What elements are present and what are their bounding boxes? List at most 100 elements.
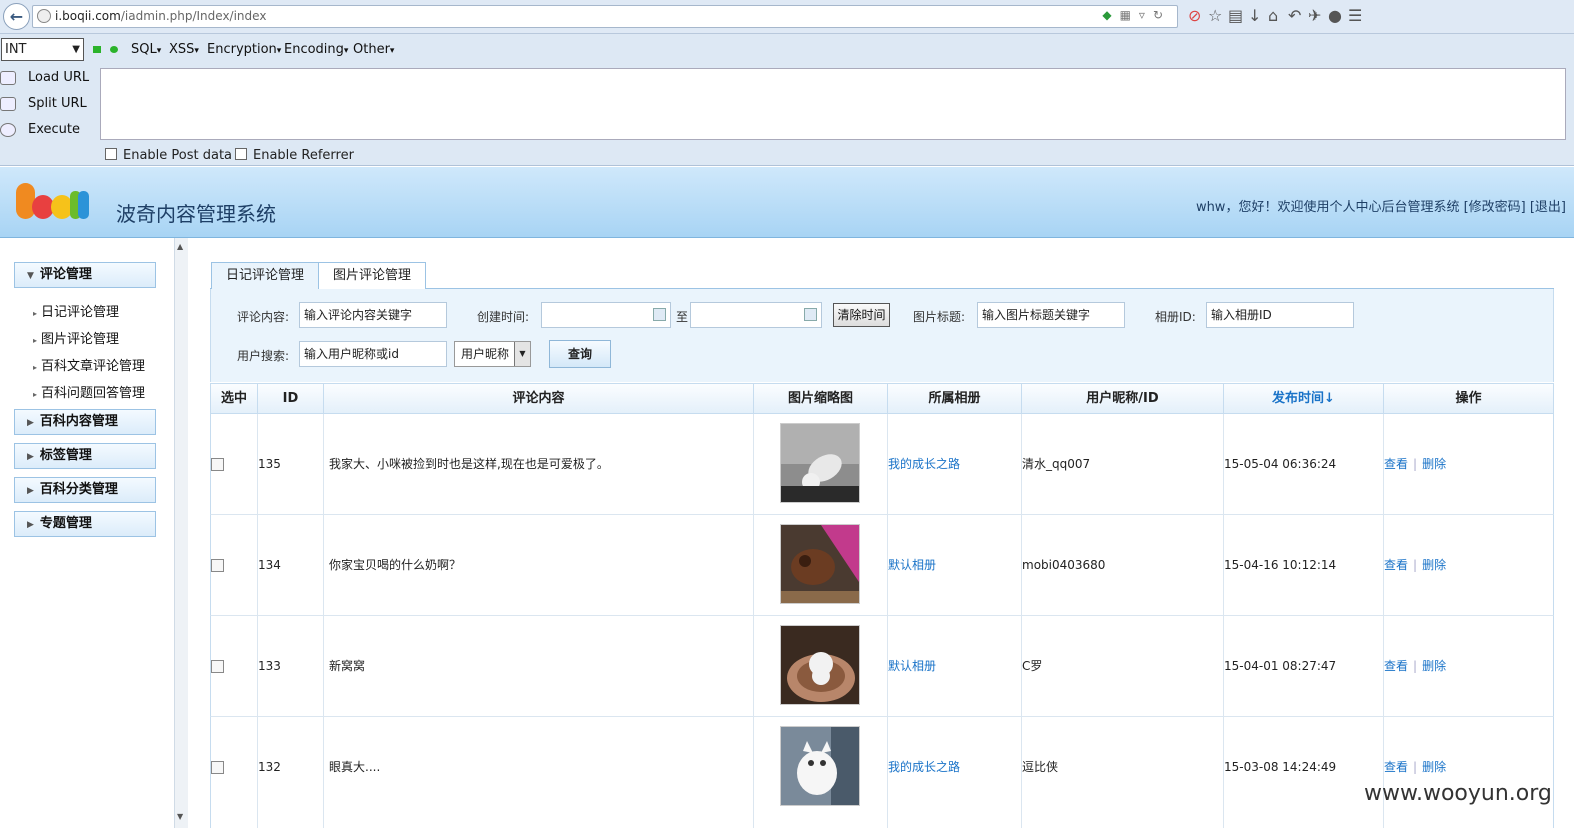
col-publish-time[interactable]: 发布时间↓ <box>1223 384 1383 413</box>
extension-icon[interactable]: ✈ <box>1308 6 1328 25</box>
chevron-down-icon: ▼ <box>27 271 34 281</box>
search-button[interactable]: 查询 <box>549 340 611 368</box>
delete-link[interactable]: 删除 <box>1422 760 1446 774</box>
globe-icon <box>37 9 51 23</box>
row-user: 清水_qq007 <box>1022 457 1091 471</box>
row-user: 逗比侠 <box>1022 760 1059 774</box>
row-album-link[interactable]: 默认相册 <box>888 616 936 716</box>
sidebar-item-diary-comments[interactable]: ▸ 日记评论管理 <box>33 301 119 320</box>
user-greeting[interactable]: whw，您好！欢迎使用个人中心后台管理系统 [修改密码] [退出] <box>1196 196 1566 215</box>
minus-icon[interactable] <box>93 46 101 53</box>
delete-link[interactable]: 删除 <box>1422 558 1446 572</box>
scroll-down-icon[interactable]: ▼ <box>177 812 183 821</box>
delete-link[interactable]: 删除 <box>1422 659 1446 673</box>
thumbnail-image[interactable] <box>780 524 860 604</box>
delete-link[interactable]: 删除 <box>1422 457 1446 471</box>
enable-referrer-checkbox[interactable]: Enable Referrer <box>235 148 354 163</box>
row-album-link[interactable]: 我的成长之路 <box>888 717 960 817</box>
start-date-input[interactable] <box>541 302 671 328</box>
home-icon[interactable]: ⌂ <box>1268 6 1288 25</box>
view-link[interactable]: 查看 <box>1384 760 1408 774</box>
row-album-link[interactable]: 默认相册 <box>888 515 936 615</box>
row-checkbox[interactable] <box>211 660 224 673</box>
load-url-button[interactable]: Load URL <box>0 70 89 85</box>
col-user: 用户昵称/ID <box>1021 384 1223 413</box>
thumbnail-image[interactable] <box>780 726 860 806</box>
view-link[interactable]: 查看 <box>1384 558 1408 572</box>
view-link[interactable]: 查看 <box>1384 659 1408 673</box>
user-search-input[interactable]: 输入用户昵称或id <box>299 341 447 367</box>
scroll-up-icon[interactable]: ▲ <box>177 242 183 251</box>
sidebar-section-wiki-content[interactable]: ▶ 百科内容管理 <box>14 409 156 435</box>
chevron-right-icon: ▶ <box>27 418 34 428</box>
sidebar-section-tags[interactable]: ▶ 标签管理 <box>14 443 156 469</box>
dropdown-icon[interactable]: ▿ <box>1139 8 1153 22</box>
thumbnail-image[interactable] <box>780 625 860 705</box>
back-arrow-icon[interactable]: ← <box>3 3 30 30</box>
row-album-link[interactable]: 我的成长之路 <box>888 414 960 514</box>
row-checkbox[interactable] <box>211 458 224 471</box>
int-select[interactable]: INT ▼ <box>1 38 84 61</box>
row-user: mobi0403680 <box>1022 558 1106 572</box>
browser-toolbar: ← i.boqii.com/iadmin.php/Index/index ◆▦▿… <box>0 0 1574 34</box>
url-bar[interactable]: i.boqii.com/iadmin.php/Index/index ◆▦▿↻ <box>32 5 1178 28</box>
reload-icon[interactable]: ↻ <box>1153 8 1171 22</box>
image-title-label: 图片标题: <box>913 310 966 324</box>
col-select: 选中 <box>220 391 247 406</box>
reading-list-icon[interactable]: ▤ <box>1228 6 1248 25</box>
album-id-input[interactable]: 输入相册ID <box>1206 302 1354 328</box>
history-back-icon[interactable]: ↶ <box>1288 6 1308 25</box>
image-title-input[interactable]: 输入图片标题关键字 <box>977 302 1125 328</box>
menu-icon[interactable]: ☰ <box>1348 6 1368 25</box>
qr-icon[interactable]: ▦ <box>1120 8 1139 22</box>
menu-encoding[interactable]: Encoding▾ <box>284 42 348 57</box>
view-link[interactable]: 查看 <box>1384 457 1408 471</box>
url-textarea[interactable] <box>100 68 1566 140</box>
comment-input[interactable]: 输入评论内容关键字 <box>299 302 447 328</box>
col-album: 所属相册 <box>887 384 1021 413</box>
menu-encryption[interactable]: Encryption▾ <box>207 42 281 57</box>
tab-image-comments[interactable]: 图片评论管理 <box>318 262 427 290</box>
shield-icon[interactable]: ◆ <box>1102 8 1119 22</box>
calendar-icon[interactable] <box>804 308 817 321</box>
row-checkbox[interactable] <box>211 761 224 774</box>
addon-icon[interactable]: ⊘ <box>1188 6 1208 25</box>
sidebar-section-comments[interactable]: ▼ 评论管理 <box>14 262 156 288</box>
chevron-down-icon: ▼ <box>72 44 80 55</box>
to-label: 至 <box>676 310 689 324</box>
chevron-right-icon: ▶ <box>27 452 34 462</box>
comment-label: 评论内容: <box>237 310 290 324</box>
sidebar-section-wiki-categories[interactable]: ▶ 百科分类管理 <box>14 477 156 503</box>
url-text: i.boqii.com/iadmin.php/Index/index <box>55 9 267 23</box>
row-time: 15-03-08 14:24:49 <box>1224 760 1337 774</box>
col-id: ID <box>257 384 323 413</box>
row-checkbox[interactable] <box>211 559 224 572</box>
menu-xss[interactable]: XSS▾ <box>169 42 199 57</box>
download-icon[interactable]: ↓ <box>1248 6 1268 25</box>
execute-button[interactable]: Execute <box>0 122 80 137</box>
calendar-icon[interactable] <box>653 308 666 321</box>
thumbnail-image[interactable] <box>780 423 860 503</box>
menu-sql[interactable]: SQL▾ <box>131 42 161 57</box>
bookmark-star-icon[interactable]: ☆ <box>1208 6 1228 25</box>
menu-other[interactable]: Other▾ <box>353 42 394 57</box>
chevron-right-icon: ▸ <box>33 336 38 345</box>
created-time-label: 创建时间: <box>477 310 530 324</box>
user-type-select[interactable]: 用户昵称 ▼ <box>454 341 531 367</box>
split-url-button[interactable]: Split URL <box>0 96 87 111</box>
sidebar-item-article-comments[interactable]: ▸ 百科文章评论管理 <box>33 355 145 374</box>
hackbar-panel: INT ▼ SQL▾ XSS▾ Encryption▾ Encoding▾ Oth… <box>0 34 1574 166</box>
tab-diary-comments[interactable]: 日记评论管理 <box>211 262 320 289</box>
sidebar-item-question-answers[interactable]: ▸ 百科问题回答管理 <box>33 382 145 401</box>
enable-post-data-checkbox[interactable]: Enable Post data <box>105 148 232 163</box>
browser-toolbar-icons: ⊘☆▤↓⌂↶✈●☰ <box>1188 6 1368 25</box>
table-row: 132 眼真大.... 我的成长之路 逗比侠 15-03-08 14:24:49… <box>210 717 1554 828</box>
row-time: 15-04-16 10:12:14 <box>1224 558 1337 572</box>
sidebar-item-image-comments[interactable]: ▸ 图片评论管理 <box>33 328 119 347</box>
chat-icon[interactable]: ● <box>1328 6 1348 25</box>
clear-time-button[interactable]: 清除时间 <box>833 303 890 327</box>
sidebar-scrollbar[interactable]: ▲ ▼ <box>174 238 188 828</box>
sidebar-section-topics[interactable]: ▶ 专题管理 <box>14 511 156 537</box>
end-date-input[interactable] <box>690 302 822 328</box>
plus-icon[interactable] <box>110 46 118 53</box>
